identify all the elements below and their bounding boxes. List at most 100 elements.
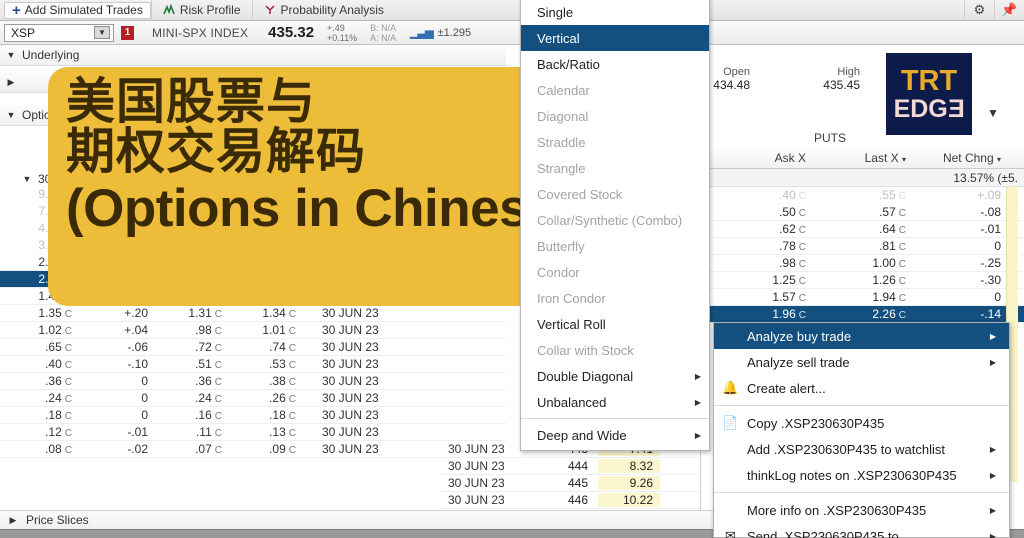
table-row[interactable]: 1.57 C 1.94 C 0 [700,289,1024,306]
cell-bid[interactable]: .11 C [154,425,228,439]
chevron-right-icon[interactable]: ▶ [0,77,22,88]
table-row[interactable]: .98 C 1.00 C -.25 [700,255,1024,272]
table-row[interactable]: .18 C 0.16 C .18 C 30 JUN 23 [0,407,506,424]
cell-bid[interactable]: .72 C [154,340,228,354]
cell-last[interactable]: 1.00 C [814,256,914,270]
cell-last[interactable]: 1.26 C [814,273,914,287]
cell-bid[interactable]: .36 C [154,374,228,388]
gear-icon[interactable]: ⚙ [964,0,994,21]
chevron-right-icon[interactable]: ▶ [0,515,26,526]
table-row[interactable]: .65 C -.06.72 C .74 C 30 JUN 23 [0,339,506,356]
cell-net-chng[interactable]: -.01 [914,222,1009,236]
context-menu-item-thinklog-notes-on-xsp230630p435[interactable]: thinkLog notes on .XSP230630P435 ▶ [714,462,1009,488]
cell-last[interactable]: 1.35 C [0,306,78,320]
cell-last[interactable]: .36 C [0,374,78,388]
cell-ask[interactable]: .40 C [714,188,814,202]
cell-last[interactable]: .24 C [0,391,78,405]
cell-ask[interactable]: 1.96 C [714,307,814,321]
table-row[interactable]: .36 C 0.36 C .38 C 30 JUN 23 [0,373,506,390]
cell-ask[interactable]: .50 C [714,205,814,219]
cell-net-chng[interactable]: -.08 [914,205,1009,219]
menu-item-deep-and-wide[interactable]: Deep and Wide ▶ [521,422,709,448]
cell-ask[interactable]: 1.57 C [714,290,814,304]
cell-ask[interactable]: .53 C [228,357,302,371]
pin-icon[interactable]: 📌 [994,0,1024,21]
cell-last[interactable]: .65 C [0,340,78,354]
context-menu-item-analyze-buy-trade[interactable]: Analyze buy trade ▶ [714,323,1009,349]
table-row[interactable]: 1.96 C 2.26 C -.14 [700,306,1024,323]
menu-item-back-ratio[interactable]: Back/Ratio [521,51,709,77]
cell-ask[interactable]: .78 C [714,239,814,253]
tab-probability-analysis[interactable]: Probability Analysis [251,0,395,21]
cell-net-chng[interactable]: 0 [914,239,1009,253]
cell-ask[interactable]: .74 C [228,340,302,354]
cell-bid[interactable]: .16 C [154,408,228,422]
col-net-chng[interactable]: Net Chng ▾ [914,151,1009,165]
chevron-down-icon[interactable]: ▼ [94,26,110,39]
section-underlying[interactable]: ▼ Underlying [0,45,506,66]
context-menu-item-send-xsp230630p435-to[interactable]: ✉ Send .XSP230630P435 to ▶ [714,523,1009,538]
cell-net-chng[interactable]: -.02 [78,442,154,456]
cell-strike[interactable]: 444 [536,459,598,473]
cell-last[interactable]: 1.94 C [814,290,914,304]
cell-net-chng[interactable]: -.25 [914,256,1009,270]
table-row[interactable]: .78 C .81 C 0 [700,238,1024,255]
context-menu-item-analyze-sell-trade[interactable]: Analyze sell trade ▶ [714,349,1009,375]
cell-net-chng[interactable]: 0 [78,374,154,388]
table-row[interactable]: .40 C .55 C +.09 [700,187,1024,204]
table-row[interactable]: .08 C -.02.07 C .09 C 30 JUN 23 [0,441,506,458]
cell-last[interactable]: .57 C [814,205,914,219]
price-slices-section[interactable]: ▶ Price Slices [0,510,713,529]
cell-net-chng[interactable]: -.06 [78,340,154,354]
cell-ask[interactable]: .18 C [228,408,302,422]
menu-item-single[interactable]: Single [521,0,709,25]
context-menu-item-copy-xsp230630p435[interactable]: 📄 Copy .XSP230630P435 [714,410,1009,436]
cell-net-chng[interactable]: +.20 [78,306,154,320]
table-row[interactable]: 30 JUN 23 446 10.22 [440,492,713,509]
cell-last[interactable]: .12 C [0,425,78,439]
cell-bid[interactable]: .98 C [154,323,228,337]
symbol-input[interactable]: XSP ▼ [4,23,114,42]
col-last-x[interactable]: Last X ▾ [814,151,914,165]
cell-net-chng[interactable]: -.10 [78,357,154,371]
add-simulated-trades-button[interactable]: + Add Simulated Trades [4,1,151,19]
cell-net-chng[interactable]: 0 [914,290,1009,304]
cell-ask[interactable]: .09 C [228,442,302,456]
cell-last[interactable]: .40 C [0,357,78,371]
cell-bid[interactable]: 1.31 C [154,306,228,320]
cell-bid[interactable]: .07 C [154,442,228,456]
cell-ask[interactable]: .62 C [714,222,814,236]
menu-item-vertical[interactable]: Vertical [521,25,709,51]
cell-net-chng[interactable]: -.30 [914,273,1009,287]
cell-last[interactable]: .55 C [814,188,914,202]
table-row[interactable]: 1.25 C 1.26 C -.30 [700,272,1024,289]
table-row[interactable]: 30 JUN 23 445 9.26 [440,475,713,492]
cell-value[interactable]: 9.26 [598,476,660,490]
mini-chart-icon[interactable]: ▁▃▅ [410,26,433,39]
col-ask-x[interactable]: Ask X [714,151,814,165]
cell-ask[interactable]: .98 C [714,256,814,270]
menu-item-vertical-roll[interactable]: Vertical Roll [521,311,709,337]
table-row[interactable]: .50 C .57 C -.08 [700,204,1024,221]
cell-net-chng[interactable]: 0 [78,391,154,405]
cell-net-chng[interactable]: 0 [78,408,154,422]
cell-ask[interactable]: 1.01 C [228,323,302,337]
cell-value[interactable]: 10.22 [598,493,660,507]
table-row[interactable]: .40 C -.10.51 C .53 C 30 JUN 23 [0,356,506,373]
cell-last[interactable]: .81 C [814,239,914,253]
cell-last[interactable]: .08 C [0,442,78,456]
cell-last[interactable]: .64 C [814,222,914,236]
cell-ask[interactable]: .13 C [228,425,302,439]
context-menu-item-more-info-on-xsp230630p435[interactable]: More info on .XSP230630P435 ▶ [714,497,1009,523]
cell-ask[interactable]: .26 C [228,391,302,405]
cell-bid[interactable]: .51 C [154,357,228,371]
cell-ask[interactable]: .38 C [228,374,302,388]
chevron-down-icon[interactable]: ▼ [0,50,22,60]
cell-value[interactable]: 8.32 [598,459,660,473]
cell-last[interactable]: .18 C [0,408,78,422]
cell-net-chng[interactable]: -.01 [78,425,154,439]
chevron-down-icon[interactable]: ▼ [980,103,1006,123]
menu-item-double-diagonal[interactable]: Double Diagonal ▶ [521,363,709,389]
table-row[interactable]: .24 C 0.24 C .26 C 30 JUN 23 [0,390,506,407]
table-row[interactable]: 30 JUN 23 444 8.32 [440,458,713,475]
